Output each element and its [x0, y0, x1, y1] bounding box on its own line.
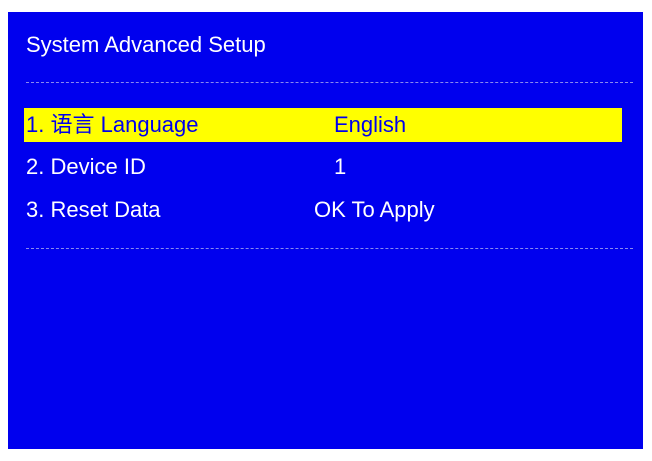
item-label-cjk: 语言	[50, 113, 95, 138]
item-label-text: Reset Data	[50, 197, 161, 222]
menu-item-value: OK To Apply	[314, 197, 435, 222]
bottom-divider	[26, 248, 633, 249]
item-label-text: Device ID	[50, 154, 146, 179]
menu-item-reset-data[interactable]: 3. Reset Data OK To Apply	[24, 193, 622, 227]
menu-item-value: English	[334, 112, 407, 137]
item-label-text: Language	[100, 112, 199, 137]
item-number: 1.	[26, 112, 45, 137]
menu-title: System Advanced Setup	[26, 32, 266, 57]
item-number: 3.	[26, 197, 45, 222]
menu-item-device-id[interactable]: 2. Device ID 1	[24, 150, 622, 184]
menu-item-label: 2. Device ID	[26, 150, 146, 184]
menu-item-label: 1. 语言 Language	[26, 108, 199, 143]
item-number: 2.	[26, 154, 45, 179]
menu-item-label: 3. Reset Data	[26, 193, 161, 227]
menu-item-value: 1	[334, 154, 347, 179]
top-divider	[26, 82, 633, 83]
menu-item-language[interactable]: 1. 语言 Language English	[24, 108, 622, 142]
osd-menu-screen: System Advanced Setup 1. 语言 Language Eng…	[8, 12, 643, 449]
